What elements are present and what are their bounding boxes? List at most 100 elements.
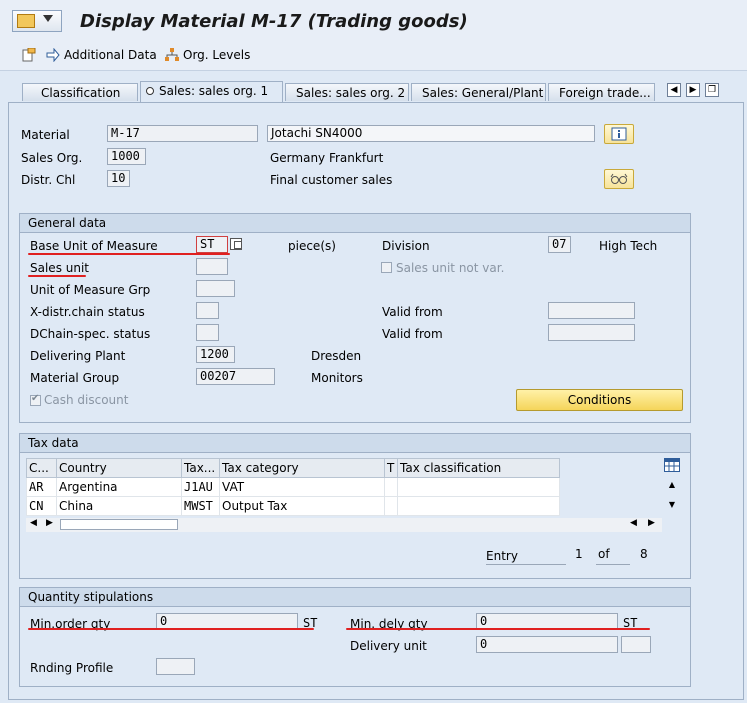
tab-content: Material M-17 Jotachi SN4000 Sales Org. … <box>8 102 744 700</box>
tab-scroll-left-button[interactable]: ◀ <box>667 83 681 97</box>
scroll-down-button[interactable]: ▼ <box>664 500 680 516</box>
tab-scroll-right-button[interactable]: ▶ <box>686 83 700 97</box>
tax-table-header: C... Country Tax... Tax category T Tax c… <box>26 458 560 478</box>
general-data-header: General data <box>20 214 690 233</box>
base-uom-description: piece(s) <box>288 239 336 253</box>
column-header-country-code[interactable]: C... <box>26 458 57 478</box>
application-toolbar: Additional Data Org. Levels <box>0 40 747 71</box>
cell-tax-classification[interactable] <box>397 496 560 516</box>
system-menu-button[interactable] <box>12 10 62 32</box>
tab-sales-org-1[interactable]: Sales: sales org. 1 <box>140 81 283 102</box>
scroll-up-button[interactable]: ▲ <box>664 480 680 496</box>
horizontal-scrollbar[interactable]: ◀ ▶ ◀ ▶ <box>26 518 662 532</box>
xdistr-status-field[interactable] <box>196 302 219 319</box>
caret-down-icon: ▼ <box>668 500 676 509</box>
cell-t <box>384 477 398 497</box>
cash-discount-checkbox[interactable]: ✔ <box>30 393 41 406</box>
delivery-unit-uom-field[interactable] <box>621 636 651 653</box>
rounding-profile-label: Rnding Profile <box>30 661 114 675</box>
tax-table: C... Country Tax... Tax category T Tax c… <box>26 458 560 516</box>
entry-label: Entry <box>486 549 518 563</box>
annotation-underline-min-order <box>28 628 314 630</box>
column-header-tax-type[interactable]: Tax... <box>181 458 220 478</box>
table-row[interactable]: AR Argentina J1AU VAT <box>26 477 560 497</box>
dchain-status-field[interactable] <box>196 324 219 341</box>
tab-classification[interactable]: Classification <box>22 83 138 101</box>
distr-chl-description: Final customer sales <box>270 173 393 187</box>
chevron-down-icon <box>43 15 53 22</box>
valid-from-field-1[interactable] <box>548 302 635 319</box>
tab-strip: Classification Sales: sales org. 1 Sales… <box>0 78 747 102</box>
annotation-underline-min-dely <box>346 628 650 630</box>
table-settings-button[interactable] <box>664 458 682 474</box>
cell-tax-type: MWST <box>181 496 220 516</box>
tab-sales-org-2[interactable]: Sales: sales org. 2 <box>285 83 409 101</box>
caret-up-icon: ▲ <box>668 480 676 489</box>
table-settings-icon <box>664 458 680 472</box>
dchain-status-label: DChain-spec. status <box>30 327 151 341</box>
delivering-plant-description: Dresden <box>311 349 362 363</box>
scrollbar-thumb[interactable] <box>60 519 178 530</box>
additional-data-label: Additional Data <box>64 48 157 62</box>
uom-grp-label: Unit of Measure Grp <box>30 283 151 297</box>
valid-from-field-2[interactable] <box>548 324 635 341</box>
general-data-group: General data Base Unit of Measure ST pie… <box>19 213 691 423</box>
column-header-tax-classification[interactable]: Tax classification <box>397 458 560 478</box>
annotation-underline-base-uom <box>28 253 230 255</box>
tab-sales-general-plant[interactable]: Sales: General/Plant <box>411 83 546 101</box>
tab-foreign-trade[interactable]: Foreign trade... <box>548 83 655 101</box>
scroll-left-icon: ◀ <box>630 518 637 528</box>
info-button[interactable] <box>604 124 634 144</box>
delivery-unit-field[interactable]: 0 <box>476 636 618 653</box>
caret-left-icon: ◀ <box>670 85 678 95</box>
tab-list-icon: ❐ <box>707 85 717 95</box>
base-uom-field[interactable]: ST <box>196 236 228 253</box>
rounding-profile-field[interactable] <box>156 658 195 675</box>
glasses-button[interactable] <box>604 169 634 189</box>
material-field[interactable]: M-17 <box>107 125 258 142</box>
additional-data-button[interactable]: Additional Data <box>46 48 157 62</box>
radio-icon <box>146 87 154 95</box>
of-label: of <box>598 547 610 561</box>
column-header-tax-category[interactable]: Tax category <box>219 458 385 478</box>
tab-list-button[interactable]: ❐ <box>705 83 719 97</box>
of-underline <box>596 564 630 565</box>
checkmark-icon: ✔ <box>31 393 40 404</box>
delivering-plant-field[interactable]: 1200 <box>196 346 235 363</box>
delivering-plant-label: Delivering Plant <box>30 349 126 363</box>
sales-org-field[interactable]: 1000 <box>107 148 146 165</box>
quantity-stipulations-group: Quantity stipulations Min.order qty 0 ST… <box>19 587 691 687</box>
sales-org-description: Germany Frankfurt <box>270 151 384 165</box>
quantity-stipulations-header: Quantity stipulations <box>20 588 690 607</box>
cell-country-code: AR <box>26 477 57 497</box>
entry-underline <box>486 564 566 565</box>
column-header-t[interactable]: T <box>384 458 398 478</box>
sales-unit-not-var-label: Sales unit not var. <box>396 261 505 275</box>
material-group-field[interactable]: 00207 <box>196 368 275 385</box>
scroll-right-icon: ▶ <box>46 518 53 528</box>
column-header-country[interactable]: Country <box>56 458 182 478</box>
division-field[interactable]: 07 <box>548 236 571 253</box>
conditions-button[interactable]: Conditions <box>516 389 683 411</box>
sales-org-label: Sales Org. <box>21 151 83 165</box>
material-description-field[interactable]: Jotachi SN4000 <box>267 125 595 142</box>
distr-chl-field[interactable]: 10 <box>107 170 130 187</box>
cell-tax-classification[interactable] <box>397 477 560 497</box>
toolbar-doc-icon-button[interactable] <box>22 48 36 62</box>
scroll-left-icon: ◀ <box>30 518 37 528</box>
uom-grp-field[interactable] <box>196 280 235 297</box>
value-help-button[interactable] <box>230 238 242 250</box>
tax-data-header: Tax data <box>20 434 690 453</box>
table-row[interactable]: CN China MWST Output Tax <box>26 496 560 516</box>
sales-unit-not-var-checkbox[interactable] <box>381 262 392 273</box>
sales-unit-field[interactable] <box>196 258 228 275</box>
org-levels-button[interactable]: Org. Levels <box>165 48 250 62</box>
sales-unit-label: Sales unit <box>30 261 90 275</box>
material-label: Material <box>21 128 70 142</box>
tax-data-group: Tax data C... Country Tax... Tax categor… <box>19 433 691 579</box>
base-uom-label: Base Unit of Measure <box>30 239 158 253</box>
cell-country-code: CN <box>26 496 57 516</box>
cell-tax-category: Output Tax <box>219 496 385 516</box>
menu-icon <box>17 14 35 28</box>
scroll-right-icon: ▶ <box>648 518 655 528</box>
